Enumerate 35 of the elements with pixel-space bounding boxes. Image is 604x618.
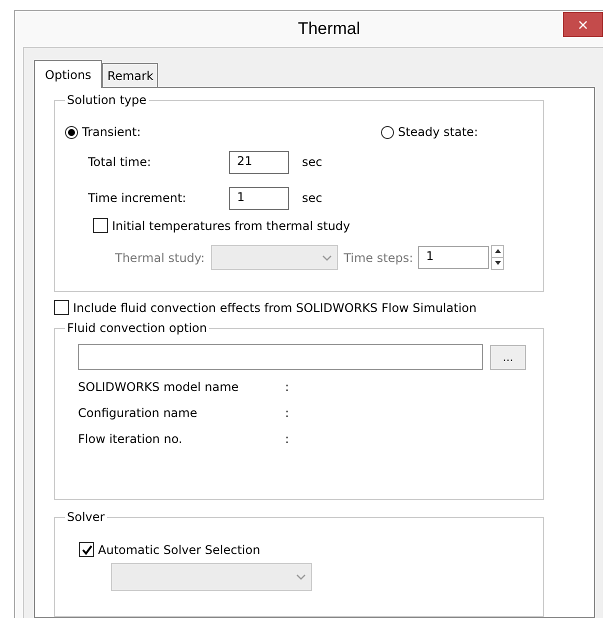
tab[interactable]: Remark (102, 63, 158, 87)
unit-label: sec (302, 191, 322, 205)
field-label: Time increment: (88, 191, 188, 205)
input-field[interactable]: 1 (229, 186, 289, 210)
checkbox-label: Initial temperatures from thermal study (112, 218, 350, 232)
info-label: Flow iteration no. (78, 432, 184, 448)
field-label: Thermal study: (115, 250, 205, 264)
checkbox[interactable] (54, 300, 69, 315)
checkbox[interactable] (93, 218, 108, 233)
separator-colon: : (285, 432, 290, 448)
input-field[interactable]: 21 (229, 150, 289, 174)
radio-label: Transient: (82, 125, 141, 139)
group-title: Solution type (65, 92, 149, 108)
close-button[interactable]: × (563, 12, 603, 37)
checkbox[interactable] (79, 542, 94, 557)
separator-colon: : (285, 406, 290, 422)
info-label: Configuration name (78, 406, 198, 422)
window-title: Thermal (298, 18, 360, 38)
radio-button[interactable] (380, 126, 394, 138)
checkbox-label: Include fluid convection effects from SOLIDWORKS Flow Simulation (73, 300, 477, 314)
chevron-down-icon (322, 254, 332, 260)
separator-colon: : (285, 380, 290, 396)
field-label: Total time: (88, 155, 152, 169)
spinner-buttons[interactable] (491, 245, 504, 270)
unit-label: sec (302, 155, 322, 169)
info-label: SOLIDWORKS model name (78, 380, 240, 396)
radio-button[interactable] (65, 126, 78, 138)
checkbox-label: Automatic Solver Selection (98, 542, 260, 556)
browse-button[interactable]: ... (490, 344, 526, 370)
chevron-down-icon (296, 574, 306, 580)
tab[interactable]: Options (34, 60, 102, 88)
path-field[interactable] (78, 344, 483, 370)
group-title: Fluid convection option (65, 320, 209, 336)
radio-label: Steady state: (398, 125, 478, 139)
field-label: Time steps: (344, 250, 414, 264)
